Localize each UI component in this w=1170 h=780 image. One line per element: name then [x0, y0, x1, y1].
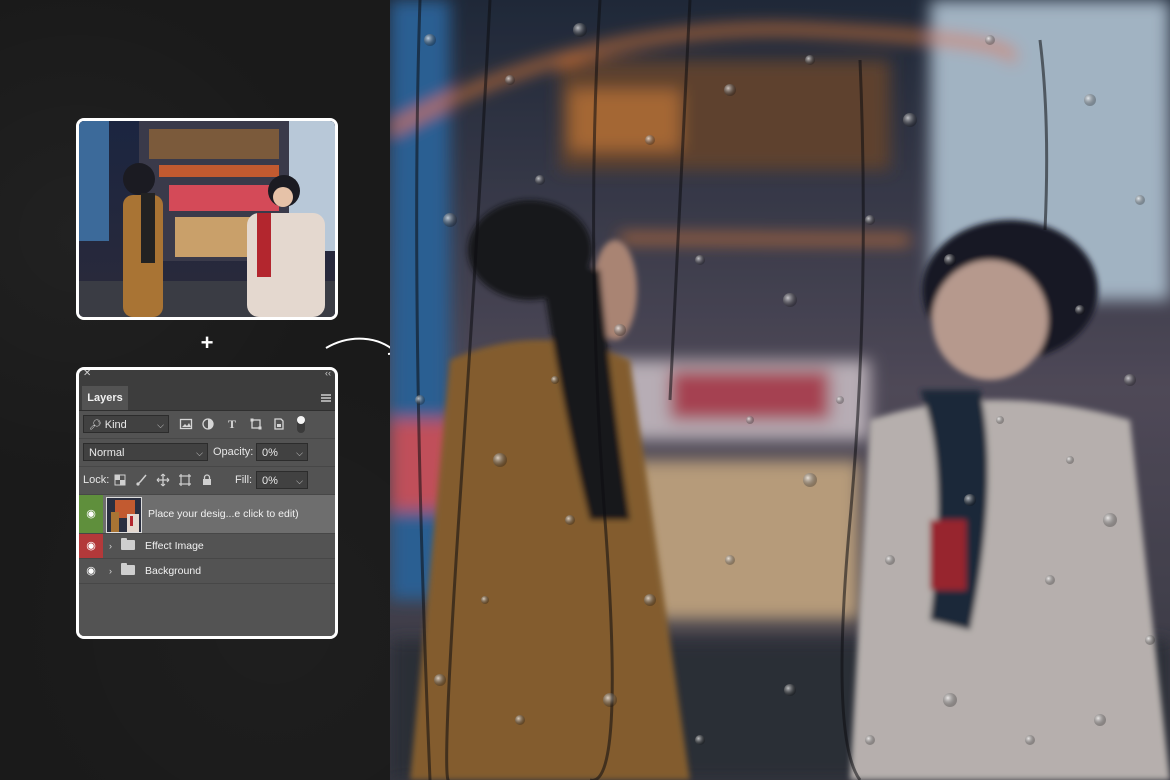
- source-photo-card: [76, 118, 338, 320]
- layer-list-empty-area: [79, 584, 335, 636]
- fill-field[interactable]: 0% ⌵: [256, 471, 308, 489]
- lock-transparent-icon[interactable]: [113, 473, 127, 487]
- kind-filter-select[interactable]: 🔎︎ Kind ⌵: [83, 415, 169, 433]
- lock-position-icon[interactable]: [156, 473, 170, 487]
- shape-filter-icon[interactable]: [249, 417, 263, 431]
- filter-toggle-switch[interactable]: [297, 416, 305, 433]
- layer-row-smart-object[interactable]: ◉ Place your desig...e click to edit): [79, 495, 335, 534]
- opacity-field[interactable]: 0% ⌵: [256, 443, 308, 461]
- lock-artboard-icon[interactable]: [178, 473, 192, 487]
- source-photo: [79, 121, 335, 317]
- folder-icon: [121, 538, 135, 550]
- close-panel-icon[interactable]: ✕: [83, 370, 91, 379]
- layer-name: Effect Image: [145, 540, 204, 552]
- layers-panel: ✕ ‹‹ Layers 🔎︎ Kind ⌵ T Normal ⌵ Opacity…: [76, 367, 338, 639]
- eye-icon: ◉: [86, 508, 96, 520]
- layer-row-background[interactable]: ◉ › Background: [79, 559, 335, 584]
- layer-visibility-toggle[interactable]: ◉: [79, 495, 103, 533]
- layer-thumbnail: [106, 497, 142, 533]
- result-photo-area: [390, 0, 1170, 780]
- smart-object-filter-icon[interactable]: [272, 417, 286, 431]
- chevron-down-icon: ⌵: [196, 448, 203, 458]
- layer-visibility-toggle[interactable]: ◉: [79, 534, 103, 558]
- blend-mode-value: Normal: [89, 447, 125, 459]
- eye-icon: ◉: [86, 565, 96, 577]
- layer-row-effect-image[interactable]: ◉ › Effect Image: [79, 534, 335, 559]
- lock-label: Lock:: [83, 474, 110, 486]
- filter-row: 🔎︎ Kind ⌵ T: [79, 411, 335, 439]
- eye-icon: ◉: [86, 540, 96, 552]
- panel-menu-icon[interactable]: [321, 394, 331, 402]
- plus-icon: +: [200, 330, 214, 355]
- image-filter-icon[interactable]: [179, 417, 193, 431]
- result-photo: [390, 0, 1170, 780]
- kind-filter-value: Kind: [104, 419, 127, 431]
- opacity-label: Opacity:: [213, 446, 254, 458]
- collapse-panel-icon[interactable]: ‹‹: [325, 370, 331, 378]
- layer-visibility-toggle[interactable]: ◉: [79, 559, 103, 583]
- tab-layers[interactable]: Layers: [82, 386, 128, 410]
- lock-image-icon[interactable]: [135, 473, 149, 487]
- chevron-right-icon[interactable]: ›: [109, 541, 112, 551]
- chevron-down-icon: ⌵: [296, 476, 303, 486]
- fill-value: 0%: [262, 475, 278, 487]
- layer-name: Background: [145, 565, 202, 577]
- type-filter-icon[interactable]: T: [225, 417, 239, 431]
- folder-icon: [121, 563, 135, 575]
- lock-all-icon[interactable]: [200, 473, 214, 487]
- panel-topbar: ✕ ‹‹: [79, 370, 335, 382]
- layer-thumbnail-image: [107, 498, 141, 532]
- fill-label: Fill:: [235, 474, 253, 486]
- opacity-value: 0%: [262, 447, 278, 459]
- chevron-right-icon[interactable]: ›: [109, 566, 112, 576]
- search-icon: 🔎︎: [89, 420, 102, 431]
- layer-name: Place your desig...e click to edit): [148, 508, 299, 520]
- chevron-down-icon: ⌵: [157, 420, 164, 430]
- blend-mode-select[interactable]: Normal ⌵: [83, 443, 208, 461]
- chevron-down-icon: ⌵: [296, 448, 303, 458]
- lock-row: Lock: Fill: 0% ⌵: [79, 467, 335, 495]
- blend-row: Normal ⌵ Opacity: 0% ⌵: [79, 439, 335, 467]
- adjustment-filter-icon[interactable]: [201, 417, 215, 431]
- panel-tab-row: Layers: [79, 382, 335, 411]
